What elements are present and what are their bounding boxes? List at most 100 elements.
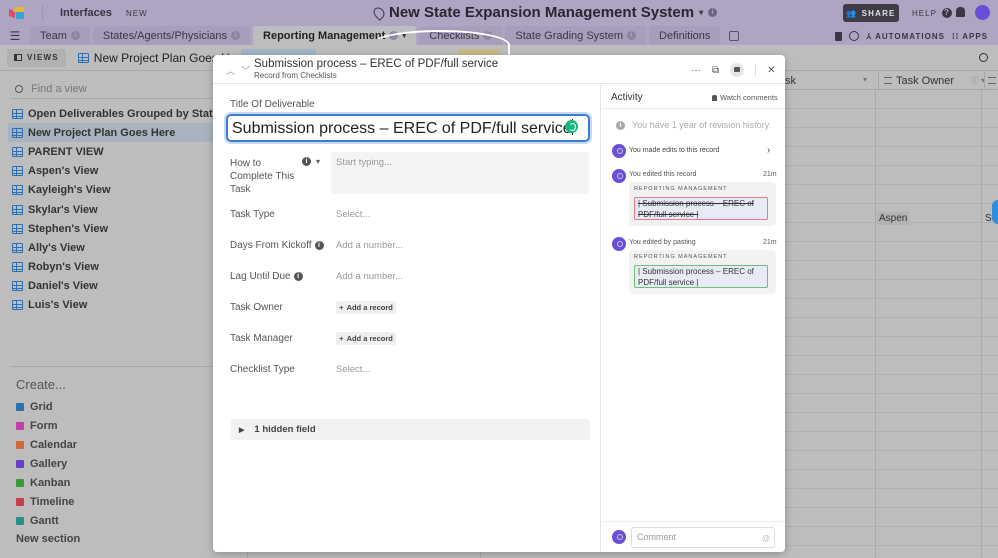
form-icon — [16, 421, 24, 430]
interfaces-link[interactable]: Interfaces — [60, 7, 112, 19]
comment-input[interactable]: Comment @ — [631, 527, 775, 548]
linked-record-icon — [884, 77, 892, 84]
hidden-fields-toggle[interactable]: ▶ 1 hidden field — [231, 419, 590, 440]
view-item[interactable]: Aspen's View — [8, 162, 248, 181]
view-item[interactable]: Open Deliverables Grouped by State/Agent… — [8, 104, 248, 123]
copy-link-icon[interactable]: ⧉ — [712, 65, 719, 76]
chevron-down-icon[interactable]: ▾ — [863, 75, 867, 84]
user-avatar — [612, 530, 626, 544]
chevron-right-icon[interactable]: › — [767, 145, 770, 156]
view-item[interactable]: PARENT VIEW — [8, 142, 248, 161]
removed-text: | Submission process – EREC of PDF/full … — [634, 197, 768, 220]
days-from-kickoff-input[interactable]: Add a number... — [336, 240, 403, 251]
base-title[interactable]: New State Expansion Management System ▾ … — [371, 4, 718, 21]
grid-view-icon — [12, 185, 23, 196]
support-widget[interactable] — [992, 200, 998, 224]
task-owner-add-record-button[interactable]: + Add a record — [336, 301, 396, 314]
tab-states-agents-physicians[interactable]: States/Agents/Physicians i — [92, 26, 251, 45]
create-kanban[interactable]: Kanban — [16, 473, 77, 492]
kanban-icon — [16, 478, 24, 487]
info-icon: i — [231, 31, 241, 40]
column-header-task-owner[interactable]: Task Owner ⓘ ▾ — [878, 71, 985, 90]
field-label-text: Lag Until Due — [230, 271, 291, 282]
title-input-value: Submission process – EREC of PDF/full se… — [232, 120, 572, 137]
watch-comments-button[interactable]: Watch comments — [712, 93, 778, 102]
share-user-icon: 👥 — [846, 8, 858, 18]
tab-team[interactable]: Team i — [30, 26, 90, 45]
tab-label: Definitions — [659, 29, 711, 42]
add-table-icon[interactable] — [729, 31, 740, 41]
create-gallery[interactable]: Gallery — [16, 454, 77, 473]
create-gantt[interactable]: Gantt — [16, 512, 77, 531]
info-icon[interactable]: i — [302, 157, 311, 166]
menu-icon[interactable]: ☰ — [0, 26, 30, 45]
automations-button[interactable]: ⅄ AUTOMATIONS — [866, 32, 945, 41]
share-button[interactable]: 👥 SHARE — [843, 4, 899, 22]
activity-panel: Activity Watch comments i You have 1 yea… — [602, 85, 785, 552]
info-icon: i — [627, 31, 637, 40]
chevron-down-icon[interactable]: ▾ — [316, 157, 320, 166]
app-header: Interfaces NEW New State Expansion Manag… — [0, 0, 998, 26]
tab-definitions[interactable]: Definitions — [649, 26, 721, 45]
chevron-up-icon[interactable]: ︿ — [226, 64, 235, 77]
grammarly-icon[interactable] — [565, 120, 578, 133]
views-toggle-button[interactable]: VIEWS — [7, 48, 66, 67]
search-icon[interactable] — [979, 53, 988, 62]
view-item[interactable]: Ally's View — [8, 238, 248, 257]
grid-column-line — [875, 90, 876, 558]
column-header-next[interactable] — [984, 71, 996, 90]
trash-icon[interactable] — [835, 31, 843, 41]
info-chevron-icon[interactable]: ⓘ ▾ — [971, 75, 985, 86]
view-item[interactable]: Luis's View — [8, 296, 248, 315]
views-sidebar: Find a view Open Deliverables Grouped by… — [0, 71, 248, 558]
more-options-icon[interactable]: ··· — [691, 65, 701, 76]
view-label: Skylar's View — [28, 203, 98, 216]
grid-icon — [16, 402, 24, 411]
mention-icon[interactable]: @ — [762, 534, 770, 543]
view-item[interactable]: Daniel's View — [8, 277, 248, 296]
view-label: Daniel's View — [28, 280, 98, 293]
user-avatar[interactable] — [975, 5, 990, 20]
apps-button[interactable]: ⁞⁞ APPS — [952, 32, 988, 41]
create-label: Grid — [30, 400, 53, 413]
airtable-logo-icon[interactable] — [9, 7, 25, 19]
view-item[interactable]: New Project Plan Goes Here — [8, 123, 248, 143]
search-icon — [15, 84, 23, 93]
view-item[interactable]: Stephen's View — [8, 219, 248, 238]
view-item[interactable]: Robyn's View — [8, 258, 248, 277]
view-item[interactable]: Skylar's View — [8, 200, 248, 219]
help-button[interactable]: HELP ? — [912, 8, 952, 18]
title-input[interactable]: Submission process – EREC of PDF/full se… — [226, 114, 590, 142]
info-icon[interactable]: i — [293, 272, 303, 281]
column-header-task[interactable]: sk — [785, 75, 796, 87]
task-manager-add-record-button[interactable]: + Add a record — [336, 332, 396, 345]
create-timeline[interactable]: Timeline — [16, 492, 77, 511]
edits-summary[interactable]: You made edits to this record — [629, 147, 719, 154]
close-icon[interactable]: ✕ — [767, 65, 775, 76]
view-item[interactable]: Kayleigh's View — [8, 181, 248, 200]
tab-state-grading-system[interactable]: State Grading System i — [505, 26, 647, 45]
activity-header: Activity Watch comments — [602, 85, 785, 109]
grid-view-icon — [12, 166, 23, 177]
tab-label: Team — [40, 29, 67, 42]
comments-toggle-icon[interactable] — [730, 63, 745, 77]
notifications-bell-icon[interactable] — [956, 7, 965, 17]
gallery-icon — [16, 459, 24, 468]
create-calendar[interactable]: Calendar — [16, 435, 77, 454]
owner-chip[interactable]: Aspen — [877, 212, 910, 225]
chevron-down-icon[interactable]: ﹀ — [241, 64, 250, 77]
info-icon: i — [616, 120, 625, 130]
history-icon[interactable] — [849, 31, 860, 41]
lag-until-due-input[interactable]: Add a number... — [336, 271, 403, 282]
info-icon[interactable]: i — [708, 8, 718, 17]
create-form[interactable]: Form — [16, 416, 77, 435]
task-type-select[interactable]: Select... — [336, 209, 370, 220]
create-grid[interactable]: Grid — [16, 397, 77, 416]
info-icon[interactable]: i — [314, 241, 324, 250]
new-section-button[interactable]: New section — [16, 533, 80, 545]
view-list: Open Deliverables Grouped by State/Agent… — [8, 104, 248, 315]
how-to-complete-textarea[interactable]: Start typing... — [331, 152, 589, 194]
location-pin-icon — [371, 4, 387, 21]
view-label: PARENT VIEW — [28, 145, 104, 158]
checklist-type-select[interactable]: Select... — [336, 364, 370, 375]
